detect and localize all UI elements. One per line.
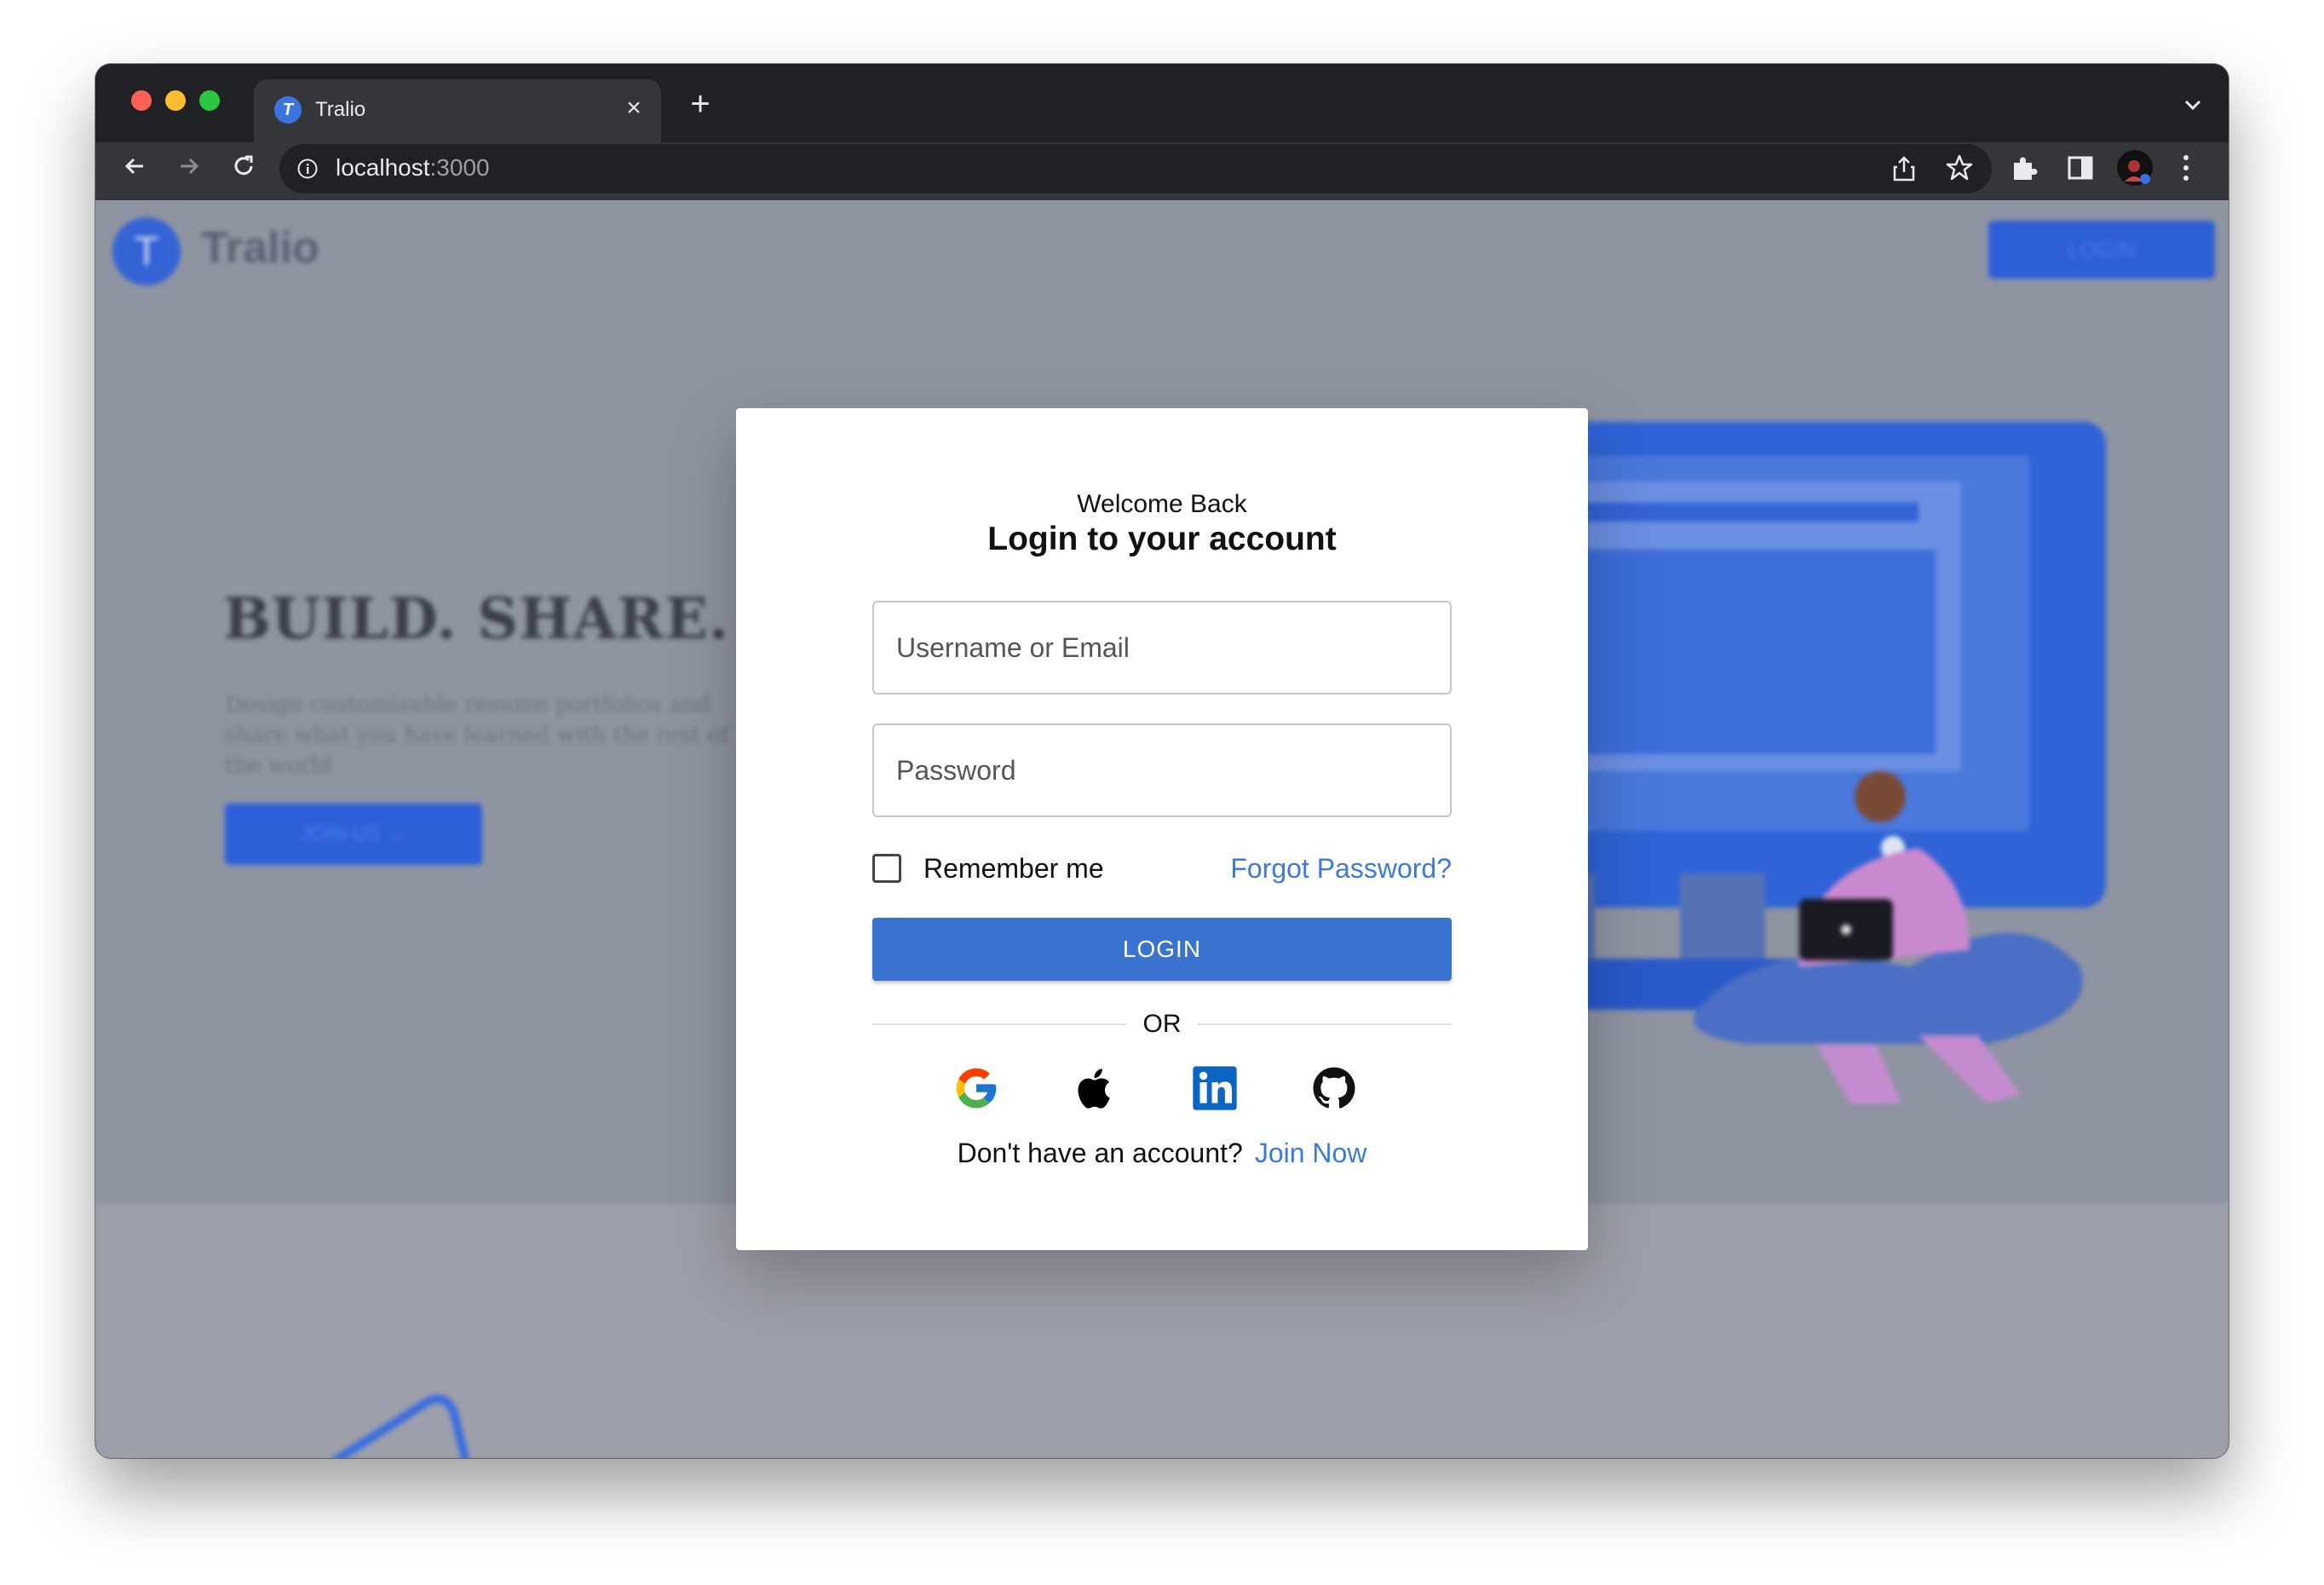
header-login-button: LOGIN <box>1988 221 2215 279</box>
new-tab-icon[interactable]: + <box>683 87 717 122</box>
remember-me-label[interactable]: Remember me <box>923 853 1104 885</box>
side-panel-icon[interactable] <box>2065 153 2096 183</box>
linkedin-icon[interactable] <box>1191 1064 1239 1112</box>
back-icon[interactable] <box>118 149 152 183</box>
username-input[interactable] <box>874 602 1450 693</box>
close-tab-icon[interactable]: × <box>618 93 649 124</box>
google-icon[interactable] <box>952 1064 1000 1112</box>
divider-left <box>872 1023 1126 1025</box>
minimize-window-button[interactable] <box>165 90 186 111</box>
url-text[interactable]: localhost:3000 <box>336 154 490 182</box>
signup-prompt: Don't have an account? <box>957 1138 1243 1168</box>
login-modal: Welcome Back Login to your account Remem… <box>736 408 1588 1250</box>
join-us-button: JOIN US → <box>225 804 482 865</box>
or-divider-text: OR <box>1142 1010 1182 1038</box>
forgot-password-link[interactable]: Forgot Password? <box>1230 853 1452 885</box>
hero-illustration <box>1544 422 2106 1104</box>
tab-strip: T Tralio × + <box>95 64 2229 142</box>
tab-search-chevron-icon[interactable] <box>2179 93 2206 117</box>
profile-avatar-icon[interactable] <box>2116 149 2154 187</box>
password-input[interactable] <box>874 725 1450 816</box>
browser-menu-icon[interactable] <box>2177 151 2195 185</box>
reload-icon[interactable] <box>227 149 261 183</box>
browser-tab[interactable]: T Tralio × <box>254 79 661 142</box>
remember-me-checkbox[interactable] <box>872 854 901 883</box>
signup-row: Don't have an account? Join Now <box>736 1138 1588 1169</box>
hero-subtext: Design customizable resume portfolios an… <box>225 692 729 779</box>
welcome-text: Welcome Back <box>1077 490 1247 518</box>
browser-window: T Tralio × + localhost:3000 T Tralio LOG… <box>95 64 2229 1458</box>
site-brand: Tralio <box>201 223 319 273</box>
remember-me-row: Remember me <box>872 851 1104 885</box>
apple-icon[interactable] <box>1072 1064 1119 1112</box>
forward-icon[interactable] <box>172 149 206 183</box>
username-field <box>872 601 1452 695</box>
tab-title: Tralio <box>315 98 366 121</box>
password-field <box>872 723 1452 817</box>
login-button[interactable]: LOGIN <box>872 918 1452 981</box>
address-bar[interactable]: localhost:3000 <box>279 144 1992 193</box>
divider-right <box>1198 1023 1452 1025</box>
lower-decoration <box>331 1394 470 1458</box>
bookmark-star-icon[interactable] <box>1944 153 1975 183</box>
close-window-button[interactable] <box>131 90 152 111</box>
github-icon[interactable] <box>1310 1064 1358 1112</box>
site-info-icon[interactable] <box>296 158 319 180</box>
share-icon[interactable] <box>1890 154 1918 183</box>
site-logo: T <box>112 217 181 285</box>
page-viewport: T Tralio LOGIN BUILD. SHARE. MA Design c… <box>95 200 2229 1458</box>
modal-title: Login to your account <box>987 521 1337 557</box>
favicon-icon: T <box>274 96 302 124</box>
maximize-window-button[interactable] <box>199 90 220 111</box>
extensions-icon[interactable] <box>2009 153 2039 183</box>
join-now-link[interactable]: Join Now <box>1255 1138 1367 1168</box>
